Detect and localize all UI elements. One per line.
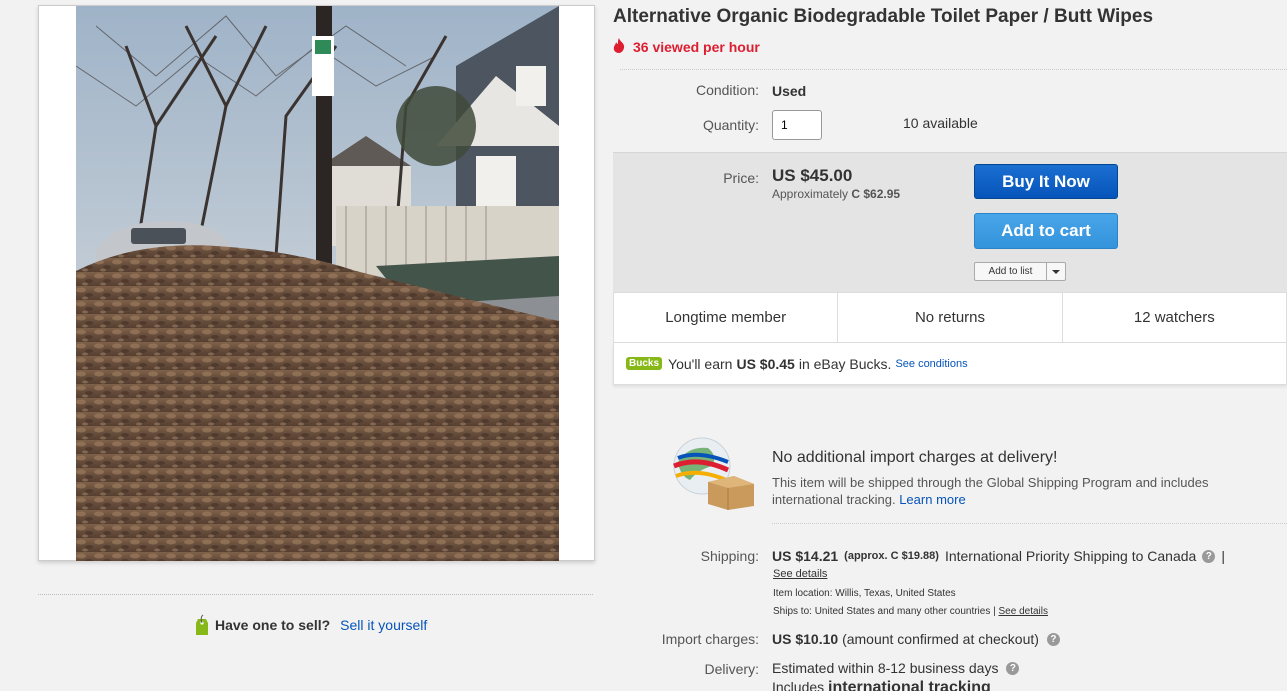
shipping-value: US $14.21 (approx. C $19.88) Internation… (772, 548, 1225, 564)
quantity-label: Quantity: (702, 117, 759, 133)
condition-value: Used (772, 83, 807, 99)
ships-to-text: Ships to: United States and many other c… (773, 606, 996, 617)
import-amount: US $10.10 (772, 631, 839, 647)
condition-label: Condition: (695, 82, 759, 98)
bucks-prefix: You'll earn (668, 355, 733, 372)
fire-icon (613, 38, 625, 56)
shipping-pipe: | (1221, 548, 1225, 564)
bucks-amount: US $0.45 (736, 355, 795, 372)
approx-value: C $62.95 (851, 187, 901, 201)
buy-it-now-button[interactable]: Buy It Now (974, 164, 1118, 199)
help-icon[interactable]: ? (1046, 632, 1060, 646)
ships-to: Ships to: United States and many other c… (773, 606, 1048, 617)
import-label: Import charges: (661, 631, 759, 647)
page-title: Alternative Organic Biodegradable Toilet… (613, 6, 1154, 27)
globe-box-icon (668, 436, 756, 510)
add-to-list-button[interactable]: Add to list (974, 262, 1066, 281)
shipping-service: International Priority Shipping to Canad… (944, 548, 1197, 564)
delivery-label: Delivery: (704, 661, 759, 677)
add-to-cart-button[interactable]: Add to cart (974, 213, 1118, 249)
item-photo[interactable] (76, 6, 559, 561)
help-icon[interactable]: ? (1202, 549, 1216, 563)
sell-prompt: Have one to sell? Sell it yourself (195, 614, 427, 636)
price-approx: Approximately C $62.95 (772, 187, 900, 201)
learn-more-link[interactable]: Learn more (899, 492, 965, 507)
includes-tracking: international tracking (828, 679, 991, 691)
viewed-text: 36 viewed per hour (633, 39, 760, 55)
sell-label: Have one to sell? (215, 617, 331, 633)
bucks-suffix: in eBay Bucks. (798, 355, 892, 372)
import-value: US $10.10 (amount confirmed at checkout)… (772, 631, 1060, 647)
bucks-banner: Bucks You'll earn US $0.45 in eBay Bucks… (613, 343, 1287, 385)
title-divider (620, 69, 1287, 70)
delivery-includes: Includes international tracking (772, 679, 991, 691)
ships-to-see-details-link[interactable]: See details (999, 606, 1048, 617)
price-label: Price: (723, 170, 759, 186)
gsp-title: No additional import charges at delivery… (772, 449, 1058, 466)
gsp-divider (772, 523, 1287, 524)
left-divider (38, 594, 593, 595)
approx-prefix: Approximately (772, 187, 849, 201)
see-conditions-link[interactable]: See conditions (895, 358, 967, 370)
quantity-input[interactable] (772, 110, 822, 140)
item-location: Item location: Willis, Texas, United Sta… (773, 588, 956, 599)
shipping-approx: (approx. C $19.88) (844, 550, 939, 562)
viewed-badge: 36 viewed per hour (613, 38, 760, 56)
price-value: US $45.00 (772, 166, 853, 185)
item-image-frame (38, 5, 595, 561)
chevron-down-icon[interactable] (1047, 263, 1065, 280)
add-to-list-label[interactable]: Add to list (975, 263, 1047, 280)
stat-longtime-member: Longtime member (614, 293, 839, 342)
tag-icon (195, 614, 209, 636)
help-icon[interactable]: ? (1006, 661, 1020, 675)
gsp-description: This item will be shipped through the Gl… (772, 474, 1242, 508)
shipping-cost: US $14.21 (772, 548, 839, 564)
stat-no-returns: No returns (838, 293, 1063, 342)
seller-stats: Longtime member No returns 12 watchers (613, 292, 1287, 343)
bucks-icon: Bucks (626, 357, 663, 370)
sell-it-yourself-link[interactable]: Sell it yourself (340, 617, 427, 633)
includes-text: Includes (772, 679, 825, 691)
delivery-estimate: Estimated within 8-12 business days (772, 660, 999, 676)
shipping-label: Shipping: (700, 548, 759, 564)
delivery-value: Estimated within 8-12 business days ? (772, 660, 1020, 676)
shipping-see-details-link[interactable]: See details (773, 568, 827, 580)
leaf-pile-photo (76, 6, 559, 561)
gsp-desc-text: This item will be shipped through the Gl… (772, 475, 1209, 507)
import-note: (amount confirmed at checkout) (842, 631, 1039, 647)
stat-watchers: 12 watchers (1133, 309, 1215, 326)
quantity-available: 10 available (903, 115, 978, 131)
